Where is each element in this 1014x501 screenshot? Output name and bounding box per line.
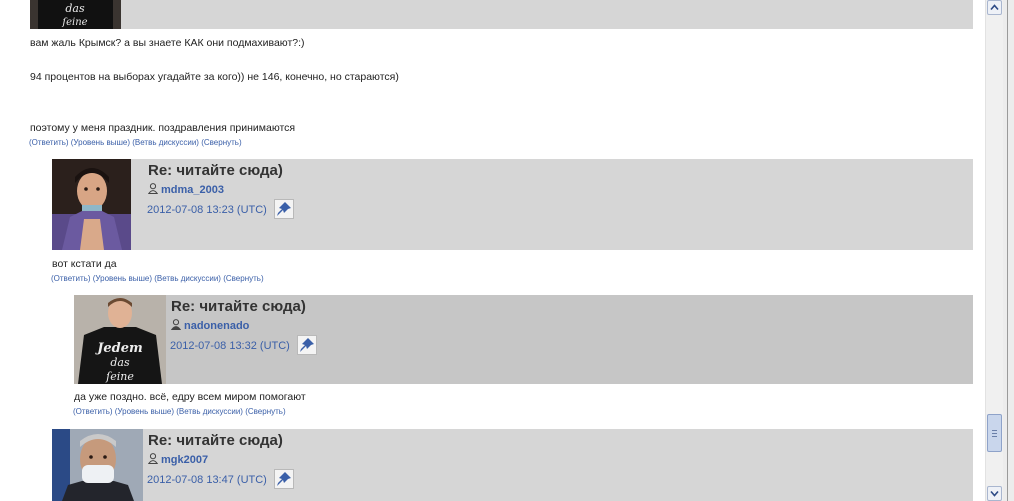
comment-date[interactable]: 2012-07-08 13:47 (UTC) (147, 474, 267, 486)
avatar[interactable]: Jedem das ſeine (74, 295, 166, 384)
reply-link[interactable]: (Ответить) (51, 274, 91, 283)
comment-actions: (Ответить) (Уровень выше) (Ветвь дискусс… (29, 138, 242, 147)
parent-link[interactable]: (Уровень выше) (71, 138, 130, 147)
thread-link[interactable]: (Ветвь дискуссии) (154, 274, 221, 283)
svg-text:ſeine: ſeine (105, 370, 134, 383)
comment-date[interactable]: 2012-07-08 13:32 (UTC) (170, 340, 290, 352)
comment-subject[interactable]: Re: читайте сюда) (171, 298, 306, 315)
svg-text:ſeine: ſeine (61, 17, 87, 28)
comment-subject[interactable]: Re: читайте сюда) (148, 432, 283, 449)
comment-actions: (Ответить) (Уровень выше) (Ветвь дискусс… (73, 407, 286, 416)
reply-link[interactable]: (Ответить) (73, 407, 113, 416)
comment-author[interactable]: mdma_2003 (148, 183, 224, 196)
comment-text-line: да уже поздно. всё, едру всем миром помо… (74, 391, 306, 403)
comment-author[interactable]: nadonenado (171, 319, 249, 332)
user-icon (148, 453, 158, 464)
user-icon (148, 183, 158, 194)
comment-header-top (30, 0, 973, 29)
comment-text-line: 94 процентов на выборах угадайте за кого… (30, 71, 399, 83)
pin-icon (300, 338, 314, 352)
comment-author[interactable]: mgk2007 (148, 453, 208, 466)
user-icon (171, 319, 181, 330)
comment-date[interactable]: 2012-07-08 13:23 (UTC) (147, 204, 267, 216)
comment-text-line: вот кстати да (52, 258, 117, 270)
avatar[interactable] (52, 429, 143, 501)
link-button[interactable] (274, 469, 294, 489)
window-edge (1003, 0, 1014, 501)
parent-link[interactable]: (Уровень выше) (115, 407, 174, 416)
reply-link[interactable]: (Ответить) (29, 138, 69, 147)
comment-text-line: вам жаль Крымск? а вы знаете КАК они под… (30, 37, 305, 49)
collapse-link[interactable]: (Свернуть) (245, 407, 285, 416)
collapse-link[interactable]: (Свернуть) (223, 274, 263, 283)
comment-author-name[interactable]: mdma_2003 (161, 184, 224, 196)
avatar[interactable]: das ſeine (30, 0, 121, 29)
scroll-thumb[interactable] (987, 414, 1002, 452)
comment-text-line: поэтому у меня праздник. поздравления пр… (30, 122, 296, 134)
scroll-down-button[interactable] (987, 486, 1002, 501)
vertical-scrollbar[interactable] (985, 0, 1003, 501)
comment-author-name[interactable]: mgk2007 (161, 454, 208, 466)
shirt-text: das (65, 2, 85, 15)
comment-thread: das ſeine вам жаль Крымск? а вы знаете К… (0, 0, 985, 501)
shirt-text: Jedem (94, 341, 143, 356)
thread-link[interactable]: (Ветвь дискуссии) (176, 407, 243, 416)
thread-link[interactable]: (Ветвь дискуссии) (132, 138, 199, 147)
link-button[interactable] (274, 199, 294, 219)
collapse-link[interactable]: (Свернуть) (201, 138, 241, 147)
pin-icon (277, 472, 291, 486)
svg-text:das: das (110, 356, 130, 369)
avatar[interactable] (52, 159, 131, 250)
pin-icon (277, 202, 291, 216)
comment-subject[interactable]: Re: читайте сюда) (148, 162, 283, 179)
arrow-up-icon (990, 4, 999, 11)
arrow-down-icon (990, 490, 999, 497)
scroll-up-button[interactable] (987, 0, 1002, 15)
comment-author-name[interactable]: nadonenado (184, 320, 249, 332)
comment-actions: (Ответить) (Уровень выше) (Ветвь дискусс… (51, 274, 264, 283)
parent-link[interactable]: (Уровень выше) (93, 274, 152, 283)
link-button[interactable] (297, 335, 317, 355)
